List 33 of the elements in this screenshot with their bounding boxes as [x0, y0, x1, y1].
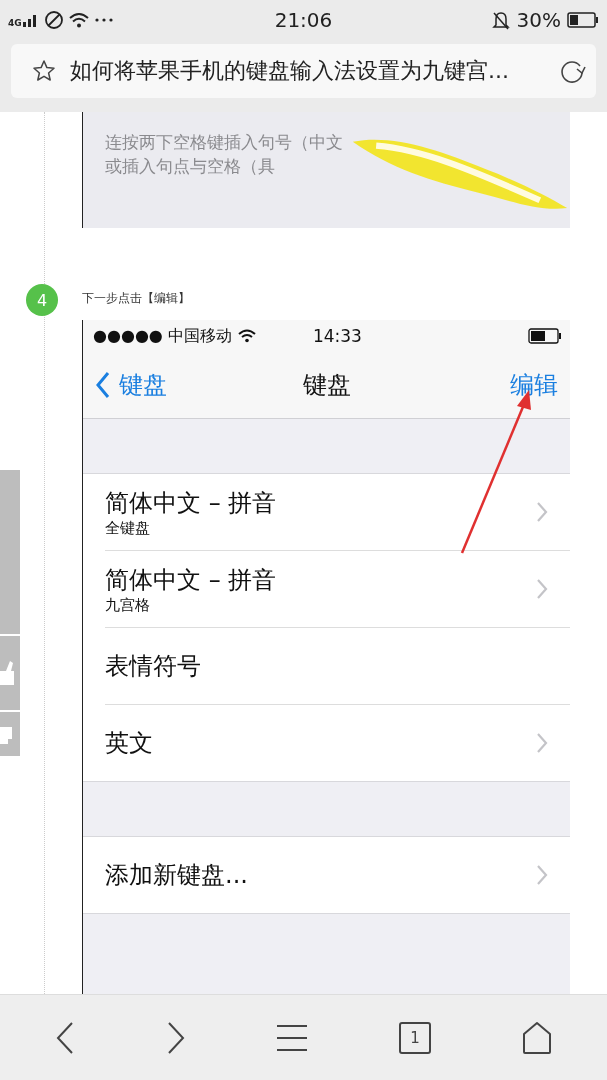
caption-text: 连按两下空格键插入句号（中文	[105, 131, 344, 154]
address-bar[interactable]: 如何将苹果手机的键盘输入法设置为九键宫...	[11, 44, 596, 98]
menu-icon[interactable]	[276, 1023, 309, 1052]
carrier-label: ●●●●● 中国移动	[93, 325, 232, 347]
muted-bell-icon	[490, 10, 511, 30]
battery-percent: 30%	[516, 8, 561, 32]
wifi-icon	[237, 329, 256, 343]
forward-icon[interactable]	[165, 1020, 186, 1055]
nav-title: 键盘	[301, 370, 352, 401]
tabs-button[interactable]: 1	[399, 1021, 432, 1054]
clock-time: 14:33	[312, 326, 362, 346]
keyboard-list-item[interactable]: 简体中文 – 拼音 九宫格	[105, 551, 570, 628]
edit-button[interactable]: 编辑	[510, 369, 558, 401]
star-icon[interactable]	[32, 59, 56, 83]
battery-icon	[528, 328, 562, 344]
keyboard-list-item[interactable]: 简体中文 – 拼音 全键盘	[105, 474, 570, 551]
keyboard-list-item[interactable]: 表情符号	[105, 628, 570, 705]
step-instruction: 下一步点击【编辑】	[82, 290, 190, 307]
back-icon[interactable]	[55, 1020, 76, 1055]
no-disturb-icon	[43, 10, 64, 30]
step-number-badge: 4	[26, 284, 58, 316]
back-button[interactable]: 键盘	[95, 369, 167, 401]
back-chevron-icon	[95, 371, 111, 399]
network-label: 4G	[8, 18, 22, 28]
battery-icon	[567, 12, 599, 28]
caption-text: 或插入句点与空格（具	[105, 155, 276, 178]
more-icon	[93, 17, 114, 23]
page-title: 如何将苹果手机的键盘输入法设置为九键宫...	[70, 57, 510, 85]
home-icon[interactable]	[521, 1020, 552, 1055]
thumbs-up-icon	[0, 659, 14, 687]
clock-time: 21:06	[274, 8, 333, 32]
wifi-icon	[67, 11, 90, 29]
keyboard-list-item[interactable]: 英文	[105, 705, 570, 781]
